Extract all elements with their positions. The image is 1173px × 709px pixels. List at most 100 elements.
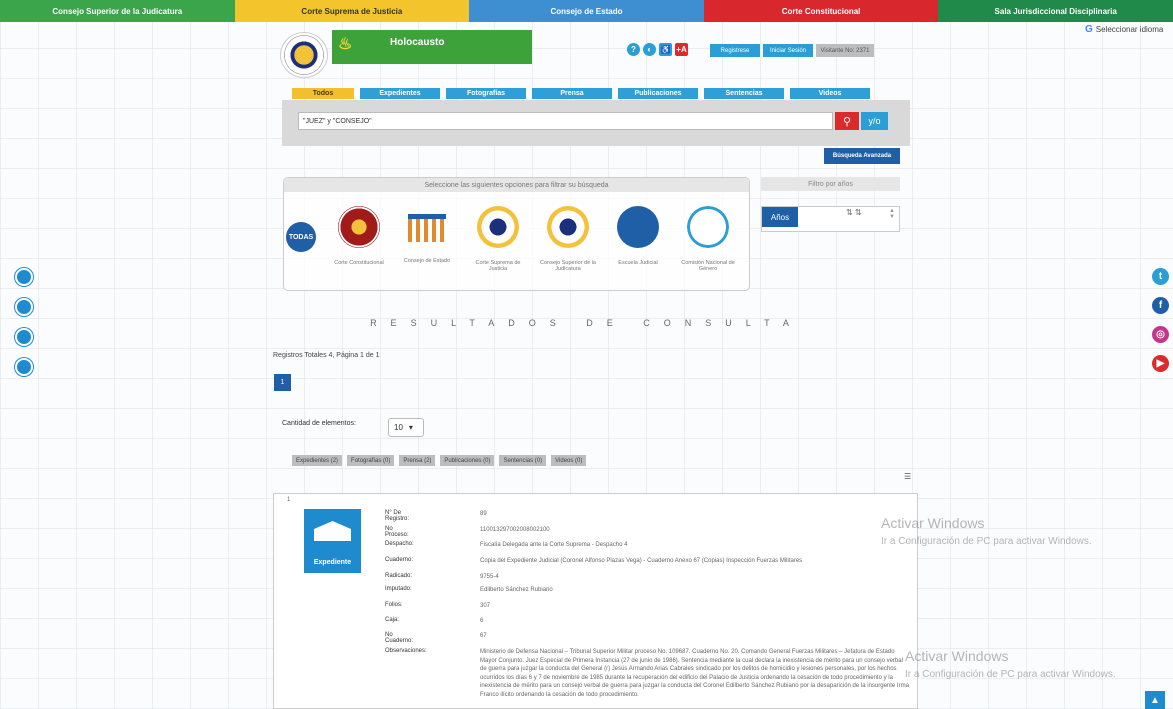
year-filter-heading: Filtro por años (761, 177, 900, 191)
chip-videos[interactable]: Videos (0) (551, 455, 587, 466)
google-icon: G (1085, 24, 1093, 35)
comision-genero-icon (687, 206, 729, 248)
language-selector[interactable]: G Seleccionar idioma (1085, 24, 1163, 35)
field-key: Folios: (385, 602, 403, 608)
corte-constitucional-icon (338, 206, 380, 248)
watermark-title-1: Activar Windows (881, 515, 985, 531)
chip-publicaciones[interactable]: Publicaciones (0) (440, 455, 495, 466)
filter-corte-constitucional[interactable]: Corte Constitucional (330, 206, 388, 266)
nav-corte-suprema[interactable]: Corte Suprema de Justicia (234, 0, 470, 22)
label-corte-suprema: Corte Suprema de Justicia (475, 260, 521, 272)
field-value: 89 (480, 511, 487, 517)
nav-sala-disciplinaria[interactable]: Sala Jurisdiccional Disciplinaria (938, 0, 1173, 22)
consejo-superior-icon (547, 206, 589, 248)
years-button[interactable]: Años (762, 207, 798, 227)
result-index: 1 (287, 497, 291, 503)
quantity-select[interactable]: 10 ▾ (388, 418, 424, 437)
sort-icons[interactable]: ⇅ ⇅ (846, 208, 862, 217)
visitor-counter: Visitante No: 2371 (816, 44, 874, 57)
twitter-icon[interactable]: t (1152, 268, 1169, 285)
left-menu-icon-4[interactable] (15, 358, 33, 376)
and-or-button[interactable]: y/o (861, 112, 888, 130)
view-menu-icon[interactable]: ☰ (904, 472, 911, 481)
quantity-value: 10 (394, 423, 403, 432)
left-menu-icon-1[interactable] (15, 268, 33, 286)
filter-comision-genero[interactable]: Comisión Nacional de Género (679, 206, 737, 272)
youtube-icon[interactable]: ▶ (1152, 355, 1169, 372)
field-key: N° De Registro: (385, 510, 410, 522)
tab-todos[interactable]: Todos (292, 88, 354, 99)
year-scroll[interactable]: ▲ ▼ (889, 208, 895, 220)
result-type-chips: Expedientes (2) Fotografías (0) Prensa (… (292, 455, 587, 466)
results-title: RESULTADOS DE CONSULTA (370, 318, 803, 328)
nav-consejo-estado[interactable]: Consejo de Estado (469, 0, 704, 22)
field-value: Fiscalía Delegada ante la Corte Suprema … (480, 542, 628, 548)
field-value: 307 (480, 603, 491, 609)
field-key: Caja: (385, 617, 400, 623)
consejo-estado-icon (408, 214, 446, 242)
tab-prensa[interactable]: Prensa (532, 88, 612, 99)
chip-fotografias[interactable]: Fotografías (0) (347, 455, 395, 466)
field-key: No Proceso: (385, 526, 409, 538)
field-key: Despacho: (385, 541, 414, 547)
search-button[interactable]: ⚲ (835, 112, 859, 130)
label-consejo-superior: Consejo Superior de la Judicatura (540, 260, 596, 272)
label-corte-constitucional: Corte Constitucional (334, 260, 384, 266)
help-icon[interactable]: ? (627, 43, 640, 56)
tab-fotografias[interactable]: Fotografías (446, 88, 526, 99)
label-escuela-judicial: Escuela Judicial (618, 260, 658, 266)
chip-expedientes[interactable]: Expedientes (2) (292, 455, 343, 466)
nav-consejo-superior[interactable]: Consejo Superior de la Judicatura (0, 0, 235, 22)
login-button[interactable]: Iniciar Sesión (763, 44, 813, 57)
filter-heading: Seleccione las siguientes opciones para … (284, 178, 749, 192)
filter-consejo-estado[interactable]: Consejo de Estado (398, 206, 456, 264)
chevron-up-icon: ▲ (1150, 694, 1160, 706)
advanced-search-button[interactable]: Búsqueda Avanzada (824, 148, 900, 164)
results-total: Registros Totales 4, Página 1 de 1 (273, 352, 380, 359)
instagram-icon[interactable]: ◎ (1152, 326, 1169, 343)
quantity-label: Cantidad de elementos: (282, 420, 356, 427)
expediente-label: Expediente (313, 559, 352, 566)
filter-corte-suprema[interactable]: Corte Suprema de Justicia (469, 206, 527, 272)
corte-suprema-icon (477, 206, 519, 248)
tab-sentencias[interactable]: Sentencias (704, 88, 784, 99)
filter-escuela-judicial[interactable]: Escuela Judicial (609, 206, 667, 266)
field-value: 6 (480, 618, 484, 624)
register-button[interactable]: Registrese (710, 44, 760, 57)
audio-icon[interactable]: ◐ (643, 43, 656, 56)
field-value: Copia del Expediente Judicial (Coronel A… (480, 558, 803, 564)
tab-videos[interactable]: Videos (790, 88, 870, 99)
todas-label: TODAS (288, 233, 314, 241)
field-key: Observaciones: (385, 648, 427, 654)
nav-corte-constitucional[interactable]: Corte Constitucional (703, 0, 939, 22)
field-value: 9755-4 (480, 574, 499, 580)
site-banner[interactable]: ♨ Holocausto (332, 30, 532, 64)
filter-todas[interactable]: TODAS (285, 222, 317, 252)
accessibility-icon[interactable]: ♿ (659, 43, 672, 56)
escuela-judicial-icon (617, 206, 659, 248)
tab-publicaciones[interactable]: Publicaciones (618, 88, 698, 99)
republic-seal-logo[interactable] (280, 32, 328, 78)
chip-prensa[interactable]: Prensa (2) (399, 455, 436, 466)
header-tools: ? ◐ ♿ +A (627, 43, 688, 56)
top-navigation: Consejo Superior de la Judicatura Corte … (0, 0, 1173, 22)
expediente-thumbnail[interactable]: Expediente (304, 509, 361, 573)
field-key: Radicado: (385, 573, 413, 579)
field-value: Ministerio de Defensa Nacional – Tribuna… (480, 649, 909, 698)
filter-consejo-superior[interactable]: Consejo Superior de la Judicatura (539, 206, 597, 272)
facebook-icon[interactable]: f (1152, 297, 1169, 314)
scroll-top-button[interactable]: ▲ (1145, 691, 1165, 709)
chevron-down-icon: ▾ (408, 423, 413, 432)
chip-sentencias[interactable]: Sentencias (0) (499, 455, 547, 466)
left-menu-icon-3[interactable] (15, 328, 33, 346)
field-key: Imputado: (385, 586, 412, 592)
left-menu-icon-2[interactable] (15, 298, 33, 316)
page-button[interactable]: 1 (274, 374, 291, 391)
language-label: Seleccionar idioma (1095, 25, 1164, 34)
field-value: 67 (480, 633, 487, 639)
search-input[interactable]: "JUEZ" y "CONSEJO" (298, 112, 833, 130)
torch-icon: ♨ (338, 36, 353, 53)
tab-expedientes[interactable]: Expedientes (360, 88, 440, 99)
font-size-button[interactable]: +A (675, 43, 688, 56)
watermark-sub-1: Ir a Configuración de PC para activar Wi… (881, 536, 1092, 547)
